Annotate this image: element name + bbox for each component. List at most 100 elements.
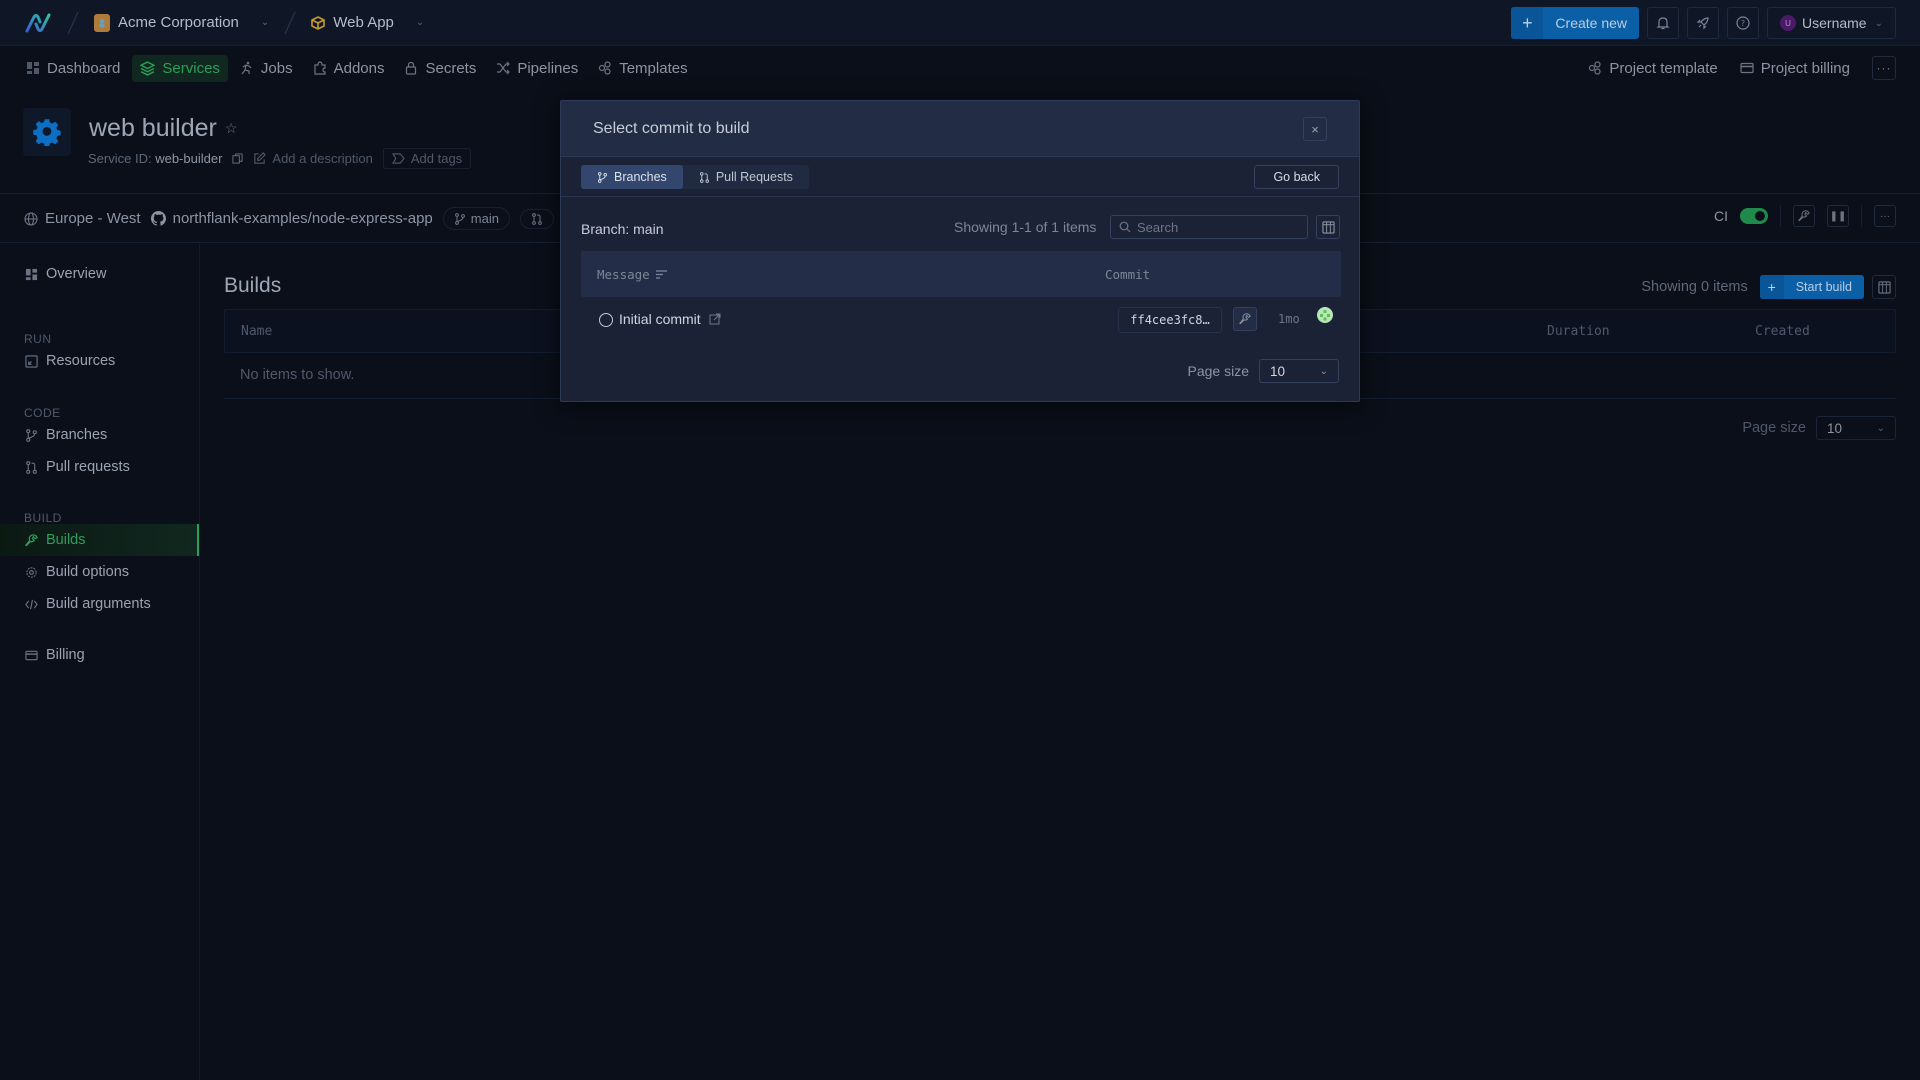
edit-icon [254,152,267,164]
project-selector[interactable]: Web App ⌄ [311,14,424,31]
branch-pill[interactable]: main [442,207,510,230]
sidebar-item-builds[interactable]: Builds [0,524,199,556]
commit-radio[interactable] [599,313,613,327]
help-button[interactable]: ? [1727,7,1760,39]
credit-card-icon [1740,62,1754,74]
svg-text:?: ? [1741,19,1745,28]
deploy-button[interactable] [1687,7,1720,39]
project-billing-link[interactable]: Project billing [1740,60,1850,77]
nav-label: Services [162,59,220,77]
sidebar-item-build-options[interactable]: Build options [0,556,199,588]
sidebar-section-build: BUILD [24,511,62,525]
copy-icon[interactable] [232,153,243,164]
repository-link[interactable]: northflank-examples/node-express-app [150,210,433,227]
column-commit[interactable]: Commit [1105,267,1150,282]
add-tags-label: Add tags [410,151,463,166]
sidebar-label: Resources [46,353,116,369]
git-branch-icon [598,171,607,183]
go-back-button[interactable]: Go back [1254,165,1339,189]
org-selector[interactable]: Acme Corporation ⌄ [94,13,269,32]
tab-pull-requests[interactable]: Pull Requests [683,165,809,189]
columns-icon [1877,280,1891,294]
modal-tabs-row: Branches Pull Requests Go back [561,157,1359,197]
user-avatar: U [1780,15,1797,31]
sidebar-item-build-arguments[interactable]: Build arguments [0,588,199,620]
page-size-select[interactable]: 10 ⌄ [1816,416,1896,440]
sidebar-item-branches[interactable]: Branches [0,419,199,451]
tab-branches[interactable]: Branches [581,165,683,189]
credit-card-icon [25,650,38,660]
star-icon[interactable]: ☆ [225,120,238,137]
sidebar-label: Builds [46,532,86,548]
nav-addons[interactable]: Addons [305,55,393,82]
search-input[interactable]: Search [1110,215,1308,239]
search-icon [1119,221,1131,233]
breadcrumb-separator [67,11,79,34]
pull-request-icon [699,171,709,183]
org-name: Acme Corporation [118,14,239,31]
top-bar: Acme Corporation ⌄ Web App ⌄ + Create ne… [0,0,1920,46]
commit-sha[interactable]: ff4cee3fc8… [1118,307,1222,333]
commit-age: 1mo [1278,312,1300,326]
add-description-button[interactable]: Add a description [253,151,373,166]
nav-pipelines[interactable]: Pipelines [488,55,586,82]
page-size-select[interactable]: 10 ⌄ [1259,359,1339,383]
column-duration[interactable]: Duration [1547,324,1610,339]
column-message[interactable]: Message [597,267,667,282]
divider [1861,205,1862,227]
create-new-button[interactable]: + Create new [1511,7,1640,39]
modal-header: Select commit to build × [561,101,1359,157]
columns-button[interactable] [1872,275,1896,299]
nav-jobs[interactable]: Jobs [232,55,301,82]
sidebar-item-billing[interactable]: Billing [0,639,199,671]
commit-message: Initial commit [619,311,721,327]
nav-dashboard[interactable]: Dashboard [18,55,128,82]
runner-icon [241,61,252,75]
search-placeholder: Search [1137,219,1179,235]
commit-row[interactable]: Initial commit ff4cee3fc8… 1mo [581,297,1341,343]
items-count: Showing 1-1 of 1 items [954,219,1097,235]
notifications-button[interactable] [1647,7,1680,39]
page-size-label: Page size [1187,363,1249,379]
add-tags-button[interactable]: Add tags [382,148,472,169]
org-avatar-icon [94,13,110,32]
branch-name: main [470,211,499,226]
column-created[interactable]: Created [1755,324,1810,339]
nav-templates[interactable]: Templates [590,55,695,82]
external-link-icon[interactable] [709,313,721,325]
user-menu[interactable]: U Username ⌄ [1767,7,1896,39]
project-template-link[interactable]: Project template [1588,60,1718,77]
template-icon [599,61,611,75]
sidebar-item-pull-requests[interactable]: Pull requests [0,451,199,483]
nav-services[interactable]: Services [132,54,228,82]
ellipsis-icon: ··· [1876,61,1892,75]
columns-button[interactable] [1316,215,1340,239]
pause-button[interactable]: ❚❚ [1827,205,1849,227]
more-options-button[interactable]: ··· [1872,56,1896,80]
cube-icon [311,15,326,30]
sidebar-item-overview[interactable]: Overview [0,258,199,290]
more-actions-button[interactable]: ··· [1874,205,1896,227]
modal-tabs: Branches Pull Requests [581,165,809,189]
build-commit-button[interactable] [1233,307,1257,331]
build-settings-button[interactable] [1793,205,1815,227]
service-id: Service ID: web-builder [88,151,222,166]
gear-icon [26,566,37,578]
service-icon [23,108,71,156]
ci-toggle[interactable] [1740,208,1768,224]
start-build-button[interactable]: + Start build [1759,275,1864,299]
northflank-logo-icon[interactable] [24,12,52,34]
nav-secrets[interactable]: Secrets [396,55,484,82]
columns-icon [1321,220,1335,234]
close-button[interactable]: × [1303,117,1327,141]
tab-label: Pull Requests [715,170,793,184]
column-name[interactable]: Name [241,324,272,339]
service-id-value: web-builder [155,151,223,166]
pull-request-pill[interactable] [519,208,554,229]
chevron-down-icon: ⌄ [1876,422,1885,434]
commits-table-header: Message Commit [581,251,1341,297]
git-branch-icon [26,428,37,442]
tab-label: Branches [614,170,667,184]
sidebar-item-resources[interactable]: Resources [0,345,199,377]
chevron-down-icon: ⌄ [415,17,425,28]
